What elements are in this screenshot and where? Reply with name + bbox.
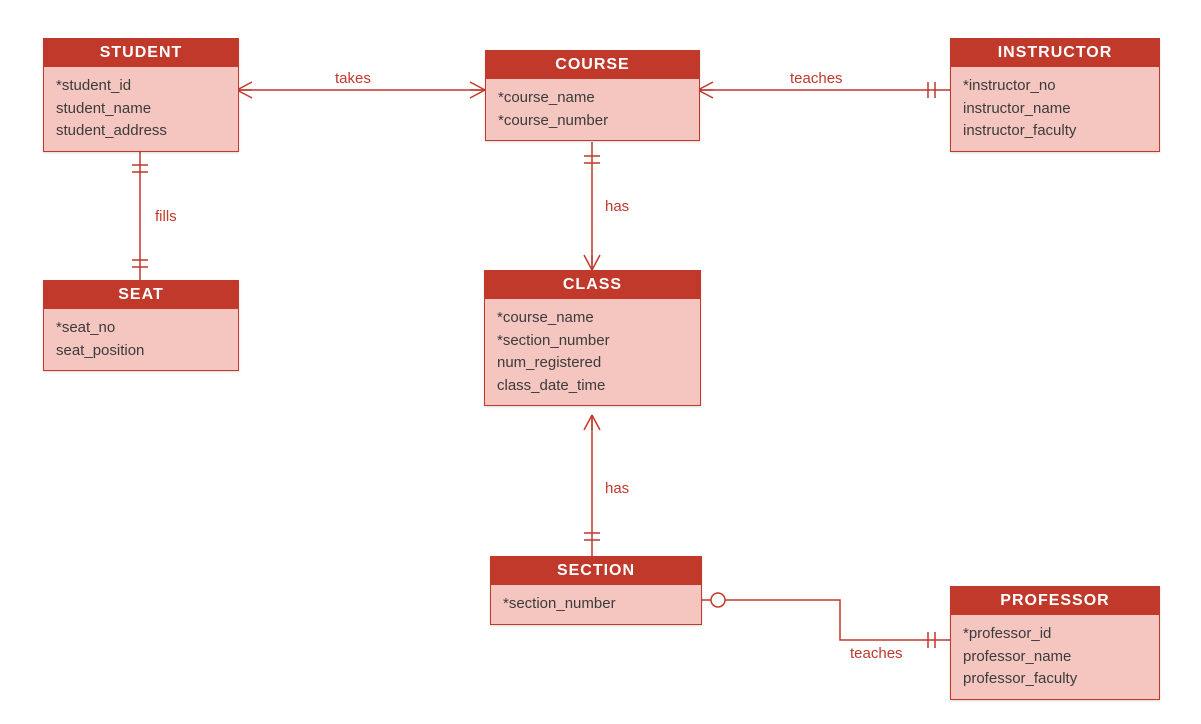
entity-course-title: COURSE <box>486 51 699 79</box>
attr: class_date_time <box>497 375 688 398</box>
attr: instructor_faculty <box>963 120 1147 143</box>
entity-student: STUDENT *student_id student_name student… <box>43 38 239 152</box>
attr: *student_id <box>56 75 226 98</box>
entity-section-title: SECTION <box>491 557 701 585</box>
rel-has2-label: has <box>605 480 629 497</box>
attr: *course_name <box>497 307 688 330</box>
entity-seat: SEAT *seat_no seat_position <box>43 280 239 371</box>
rel-teaches-label: teaches <box>790 70 843 87</box>
attr: professor_faculty <box>963 668 1147 691</box>
entity-course: COURSE *course_name *course_number <box>485 50 700 141</box>
entity-student-title: STUDENT <box>44 39 238 67</box>
entity-instructor-body: *instructor_no instructor_name instructo… <box>951 67 1159 151</box>
entity-seat-title: SEAT <box>44 281 238 309</box>
attr: num_registered <box>497 352 688 375</box>
entity-class: CLASS *course_name *section_number num_r… <box>484 270 701 406</box>
attr: *seat_no <box>56 317 226 340</box>
entity-professor-body: *professor_id professor_name professor_f… <box>951 615 1159 699</box>
rel-has1-label: has <box>605 198 629 215</box>
entity-seat-body: *seat_no seat_position <box>44 309 238 370</box>
entity-class-body: *course_name *section_number num_registe… <box>485 299 700 405</box>
attr: student_name <box>56 98 226 121</box>
entity-section-body: *section_number <box>491 585 701 624</box>
attr: *course_name <box>498 87 687 110</box>
attr: *professor_id <box>963 623 1147 646</box>
attr: professor_name <box>963 646 1147 669</box>
entity-course-body: *course_name *course_number <box>486 79 699 140</box>
rel-fills-label: fills <box>155 208 177 225</box>
attr: *section_number <box>503 593 689 616</box>
entity-instructor-title: INSTRUCTOR <box>951 39 1159 67</box>
attr: *section_number <box>497 330 688 353</box>
entity-instructor: INSTRUCTOR *instructor_no instructor_nam… <box>950 38 1160 152</box>
attr: seat_position <box>56 340 226 363</box>
rel-takes-label: takes <box>335 70 371 87</box>
entity-professor: PROFESSOR *professor_id professor_name p… <box>950 586 1160 700</box>
rel-teaches2-label: teaches <box>850 645 903 662</box>
entity-student-body: *student_id student_name student_address <box>44 67 238 151</box>
entity-section: SECTION *section_number <box>490 556 702 625</box>
attr: instructor_name <box>963 98 1147 121</box>
attr: *instructor_no <box>963 75 1147 98</box>
entity-class-title: CLASS <box>485 271 700 299</box>
attr: student_address <box>56 120 226 143</box>
attr: *course_number <box>498 110 687 133</box>
entity-professor-title: PROFESSOR <box>951 587 1159 615</box>
er-diagram-canvas: takes teaches fills has has teaches STUD… <box>0 0 1201 724</box>
